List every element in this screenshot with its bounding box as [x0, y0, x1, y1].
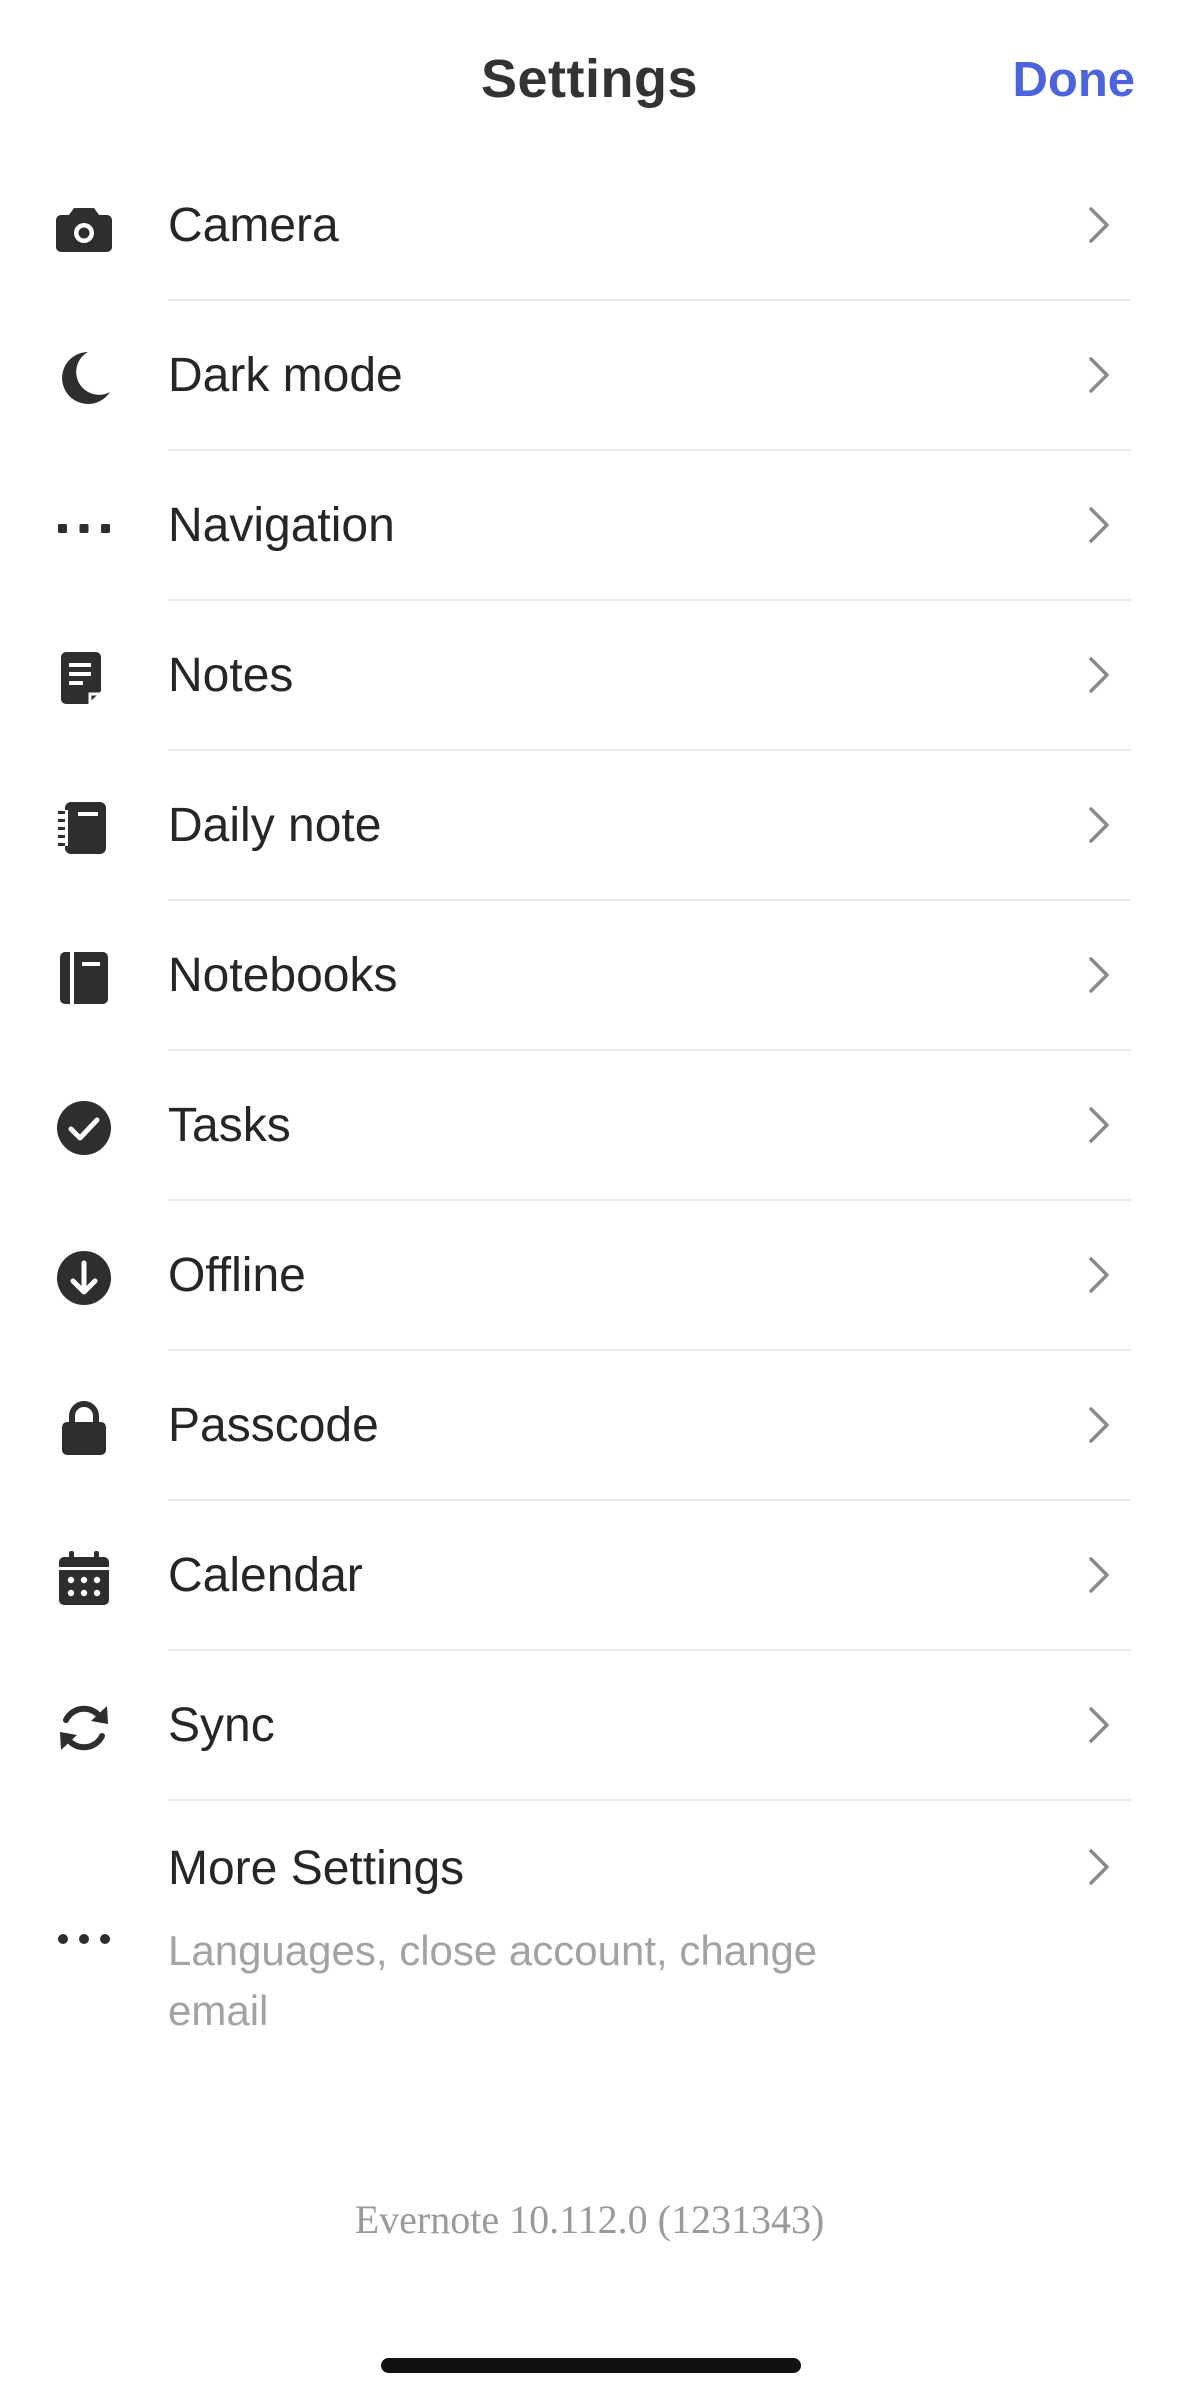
settings-list: Camera Dark mode Navigation Notes Daily …: [0, 151, 1179, 2091]
dots-icon: [54, 498, 114, 558]
settings-item-sublabel: Languages, close account, change email: [168, 1927, 818, 2034]
settings-item-more-settings[interactable]: More Settings Languages, close account, …: [0, 1801, 1179, 2091]
settings-item-offline[interactable]: Offline: [0, 1201, 1179, 1351]
header: Settings Done: [0, 0, 1179, 160]
settings-item-label: Dark mode: [168, 349, 403, 402]
settings-item-camera[interactable]: Camera: [0, 151, 1179, 301]
settings-item-notebooks[interactable]: Notebooks: [0, 901, 1179, 1051]
more-icon: [54, 1909, 114, 1969]
settings-item-label: Sync: [168, 1699, 275, 1752]
camera-icon: [54, 198, 114, 258]
done-button[interactable]: Done: [1013, 52, 1136, 108]
moon-icon: [54, 348, 114, 408]
settings-item-tasks[interactable]: Tasks: [0, 1051, 1179, 1201]
settings-item-navigation[interactable]: Navigation: [0, 451, 1179, 601]
check-circle-icon: [54, 1098, 114, 1158]
settings-item-label: Daily note: [168, 799, 382, 852]
daily-note-icon: [54, 798, 114, 858]
settings-item-label: Passcode: [168, 1399, 379, 1452]
settings-item-label: Notebooks: [168, 949, 398, 1002]
settings-item-label: Camera: [168, 199, 339, 252]
chevron-right-icon: [1089, 657, 1109, 693]
chevron-right-icon: [1089, 507, 1109, 543]
settings-item-label: Offline: [168, 1249, 306, 1302]
note-icon: [54, 648, 114, 708]
settings-item-passcode[interactable]: Passcode: [0, 1351, 1179, 1501]
chevron-right-icon: [1089, 1407, 1109, 1443]
settings-item-dark-mode[interactable]: Dark mode: [0, 301, 1179, 451]
page-title: Settings: [480, 49, 699, 109]
chevron-right-icon: [1089, 357, 1109, 393]
settings-item-daily-note[interactable]: Daily note: [0, 751, 1179, 901]
chevron-right-icon: [1089, 807, 1109, 843]
chevron-right-icon: [1089, 1707, 1109, 1743]
settings-item-label: More Settings: [168, 1842, 465, 1895]
settings-item-sync[interactable]: Sync: [0, 1651, 1179, 1801]
chevron-right-icon: [1089, 1257, 1109, 1293]
notebook-icon: [54, 948, 114, 1008]
settings-item-label: Navigation: [168, 499, 395, 552]
home-indicator[interactable]: [381, 2358, 801, 2373]
chevron-right-icon: [1089, 1107, 1109, 1143]
lock-icon: [54, 1398, 114, 1458]
settings-item-label: Calendar: [168, 1549, 363, 1602]
chevron-right-icon: [1089, 1849, 1109, 1885]
app-version: Evernote 10.112.0 (1231343): [354, 2197, 825, 2242]
download-circle-icon: [54, 1248, 114, 1308]
chevron-right-icon: [1089, 1557, 1109, 1593]
chevron-right-icon: [1089, 207, 1109, 243]
settings-item-calendar[interactable]: Calendar: [0, 1501, 1179, 1651]
sync-icon: [54, 1698, 114, 1758]
settings-item-label: Notes: [168, 649, 294, 702]
settings-item-notes[interactable]: Notes: [0, 601, 1179, 751]
settings-item-label: Tasks: [168, 1099, 291, 1152]
chevron-right-icon: [1089, 957, 1109, 993]
calendar-icon: [54, 1548, 114, 1608]
